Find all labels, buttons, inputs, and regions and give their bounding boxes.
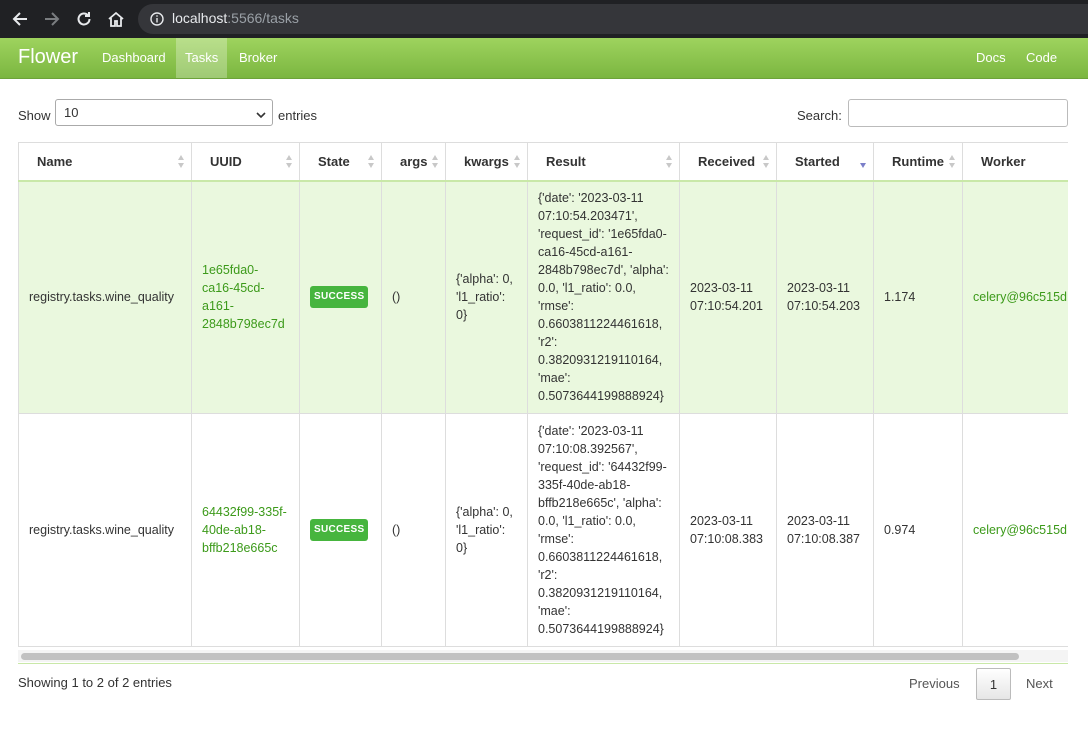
column-label: kwargs bbox=[464, 153, 509, 169]
table-bottom-divider bbox=[18, 663, 1068, 664]
cell-started: 2023-03-11 07:10:54.203 bbox=[776, 180, 874, 414]
cell-kwargs: {'alpha': 0, 'l1_ratio': 0} bbox=[445, 180, 528, 414]
url-host: localhost bbox=[172, 10, 228, 26]
column-label: args bbox=[400, 153, 428, 169]
column-header-received[interactable]: Received bbox=[679, 142, 777, 182]
top-navbar: Flower Dashboard Tasks Broker Docs Code bbox=[0, 38, 1088, 79]
cell-started: 2023-03-11 07:10:08.387 bbox=[776, 413, 874, 647]
tasks-table: Name UUID State args kwargs Result Recei… bbox=[18, 142, 1068, 647]
cell-received: 2023-03-11 07:10:08.383 bbox=[679, 413, 777, 647]
column-label: State bbox=[318, 153, 350, 169]
entries-label: entries bbox=[278, 108, 318, 123]
table-header-row: Name UUID State args kwargs Result Recei… bbox=[18, 142, 1068, 182]
column-header-args[interactable]: args bbox=[381, 142, 446, 182]
info-icon[interactable] bbox=[150, 12, 164, 31]
task-uuid-link[interactable]: 1e65fda0-ca16-45cd-a161-2848b798ec7d bbox=[191, 180, 300, 414]
worker-link[interactable]: celery@96c515d bbox=[962, 413, 1068, 647]
pagination-page-1[interactable]: 1 bbox=[976, 668, 1011, 700]
column-label: Runtime bbox=[892, 153, 944, 169]
page-size-value: 10 bbox=[64, 105, 79, 120]
address-bar[interactable]: localhost:5566/tasks bbox=[138, 4, 1088, 34]
column-label: Result bbox=[546, 153, 586, 169]
column-header-worker[interactable]: Worker bbox=[962, 142, 1068, 182]
sort-desc-icon bbox=[860, 155, 867, 169]
cell-args: () bbox=[381, 413, 446, 647]
sort-icon bbox=[286, 155, 293, 169]
home-icon[interactable] bbox=[104, 7, 128, 31]
nav-broker[interactable]: Broker bbox=[230, 38, 286, 78]
url-path: :5566/tasks bbox=[227, 10, 299, 26]
url-text: localhost:5566/tasks bbox=[172, 10, 299, 26]
cell-result: {'date': '2023-03-11 07:10:08.392567', '… bbox=[527, 413, 680, 647]
task-uuid-link[interactable]: 64432f99-335f-40de-ab18-bffb218e665c bbox=[191, 413, 300, 647]
reload-icon[interactable] bbox=[72, 7, 96, 31]
forward-icon[interactable] bbox=[40, 7, 64, 31]
nav-code[interactable]: Code bbox=[1017, 38, 1066, 78]
nav-docs[interactable]: Docs bbox=[967, 38, 1015, 78]
cell-kwargs: {'alpha': 0, 'l1_ratio': 0} bbox=[445, 413, 528, 647]
column-label: Name bbox=[37, 153, 73, 169]
cell-name: registry.tasks.wine_quality bbox=[18, 413, 192, 647]
search-label: Search: bbox=[797, 108, 842, 123]
cell-result: {'date': '2023-03-11 07:10:54.203471', '… bbox=[527, 180, 680, 414]
column-header-state[interactable]: State bbox=[299, 142, 382, 182]
scrollbar-thumb[interactable] bbox=[21, 653, 1019, 660]
column-label: UUID bbox=[210, 153, 242, 169]
column-header-started[interactable]: Started bbox=[776, 142, 874, 182]
chevron-down-icon bbox=[256, 107, 266, 125]
pagination-next[interactable]: Next bbox=[1026, 668, 1053, 700]
pagination-previous[interactable]: Previous bbox=[909, 668, 960, 700]
search-input[interactable] bbox=[848, 99, 1068, 127]
worker-link[interactable]: celery@96c515d bbox=[962, 180, 1068, 414]
show-label: Show bbox=[18, 108, 51, 123]
column-label: Started bbox=[795, 153, 840, 169]
sort-icon bbox=[514, 155, 521, 169]
cell-args: () bbox=[381, 180, 446, 414]
column-header-kwargs[interactable]: kwargs bbox=[445, 142, 528, 182]
page-size-select[interactable]: 10 bbox=[55, 99, 273, 126]
cell-received: 2023-03-11 07:10:54.201 bbox=[679, 180, 777, 414]
cell-state: SUCCESS bbox=[299, 180, 382, 414]
cell-runtime: 1.174 bbox=[873, 180, 963, 414]
table-row[interactable]: registry.tasks.wine_quality 1e65fda0-ca1… bbox=[18, 180, 1068, 414]
sort-icon bbox=[666, 155, 673, 169]
table-row[interactable]: registry.tasks.wine_quality 64432f99-335… bbox=[18, 413, 1068, 647]
back-icon[interactable] bbox=[8, 7, 32, 31]
sort-icon bbox=[432, 155, 439, 169]
brand-logo[interactable]: Flower bbox=[18, 46, 78, 69]
column-header-runtime[interactable]: Runtime bbox=[873, 142, 963, 182]
column-header-result[interactable]: Result bbox=[527, 142, 680, 182]
browser-toolbar: localhost:5566/tasks bbox=[0, 0, 1088, 38]
column-header-uuid[interactable]: UUID bbox=[191, 142, 300, 182]
status-badge: SUCCESS bbox=[310, 286, 369, 309]
cell-name: registry.tasks.wine_quality bbox=[18, 180, 192, 414]
cell-runtime: 0.974 bbox=[873, 413, 963, 647]
column-label: Received bbox=[698, 153, 756, 169]
sort-icon bbox=[368, 155, 375, 169]
column-header-name[interactable]: Name bbox=[18, 142, 192, 182]
table-info: Showing 1 to 2 of 2 entries bbox=[18, 675, 172, 690]
nav-dashboard[interactable]: Dashboard bbox=[93, 38, 175, 78]
column-label: Worker bbox=[981, 153, 1026, 169]
nav-tasks[interactable]: Tasks bbox=[176, 38, 228, 78]
sort-icon bbox=[949, 155, 956, 169]
sort-icon bbox=[178, 155, 185, 169]
tasks-table-container: Name UUID State args kwargs Result Recei… bbox=[18, 142, 1068, 650]
status-badge: SUCCESS bbox=[310, 519, 369, 541]
horizontal-scrollbar[interactable] bbox=[18, 650, 1068, 662]
sort-icon bbox=[763, 155, 770, 169]
cell-state: SUCCESS bbox=[299, 413, 382, 647]
